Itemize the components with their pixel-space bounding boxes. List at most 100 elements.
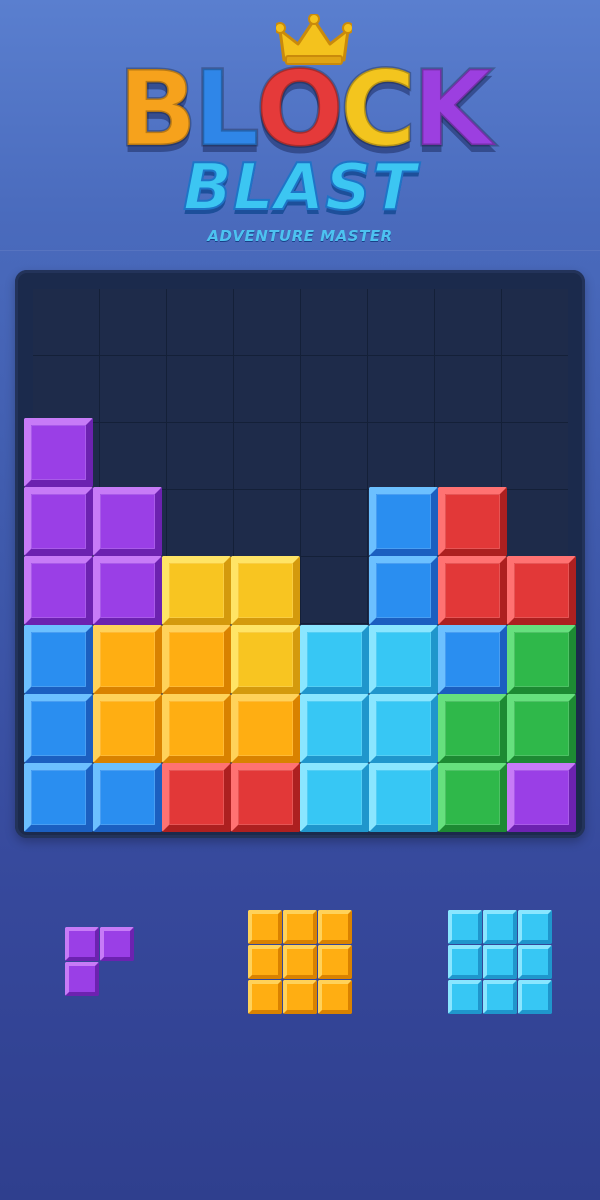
block-tile-yellow	[231, 625, 300, 694]
block-tile-blue	[24, 694, 93, 763]
piece-cell	[318, 910, 352, 944]
block-face	[169, 701, 224, 756]
block-tile-purple	[93, 487, 162, 556]
game-logo: BLOCK BLAST ADVENTURE MASTER	[0, 0, 600, 250]
block-tile-green	[438, 763, 507, 832]
piece-cell	[518, 910, 552, 944]
block-face	[31, 701, 86, 756]
block-face	[31, 494, 86, 549]
block-tile-green	[507, 694, 576, 763]
piece-cell	[483, 980, 517, 1014]
piece-cell	[518, 945, 552, 979]
piece-cell	[248, 945, 282, 979]
board-cell[interactable]	[368, 289, 434, 355]
block-face	[376, 770, 431, 825]
block-face	[100, 494, 155, 549]
block-face	[238, 563, 293, 618]
piece-cell	[283, 910, 317, 944]
board-cell[interactable]	[301, 289, 367, 355]
block-tile-blue	[24, 763, 93, 832]
block-face	[31, 632, 86, 687]
block-face	[445, 563, 500, 618]
piece-cell	[318, 945, 352, 979]
block-tile-cyan	[369, 694, 438, 763]
block-face	[100, 632, 155, 687]
piece-cell	[483, 945, 517, 979]
block-face	[514, 563, 569, 618]
piece-cell	[248, 910, 282, 944]
block-tile-red	[438, 556, 507, 625]
block-face	[445, 701, 500, 756]
block-tile-yellow	[162, 556, 231, 625]
block-tile-orange	[93, 694, 162, 763]
block-tile-yellow	[231, 556, 300, 625]
piece-cell	[283, 945, 317, 979]
block-face	[31, 770, 86, 825]
block-face	[238, 770, 293, 825]
block-face	[514, 701, 569, 756]
block-face	[376, 632, 431, 687]
board-cell[interactable]	[167, 289, 233, 355]
piece-cell	[518, 980, 552, 1014]
block-face	[100, 701, 155, 756]
board-cell[interactable]	[502, 356, 568, 422]
board-cell[interactable]	[301, 356, 367, 422]
piece-cell	[65, 927, 99, 961]
block-tile-cyan	[300, 763, 369, 832]
logo-word-blast: BLAST	[182, 150, 417, 226]
block-tile-purple	[24, 556, 93, 625]
block-face	[307, 632, 362, 687]
block-face	[169, 563, 224, 618]
block-tile-blue	[369, 487, 438, 556]
block-face	[169, 632, 224, 687]
piece-cell	[448, 945, 482, 979]
piece-cell	[318, 980, 352, 1014]
piece-cell	[448, 980, 482, 1014]
piece-cell	[448, 910, 482, 944]
block-face	[445, 632, 500, 687]
block-tile-blue	[438, 625, 507, 694]
board-cell[interactable]	[234, 356, 300, 422]
block-face	[307, 701, 362, 756]
board-cell[interactable]	[33, 289, 99, 355]
block-face	[514, 632, 569, 687]
block-face	[238, 632, 293, 687]
board-cell[interactable]	[435, 289, 501, 355]
piece-cell	[483, 910, 517, 944]
block-tile-cyan	[369, 625, 438, 694]
block-tile-blue	[24, 625, 93, 694]
block-tile-purple	[507, 763, 576, 832]
block-tile-orange	[231, 694, 300, 763]
board-cell[interactable]	[167, 356, 233, 422]
board-cell[interactable]	[100, 356, 166, 422]
block-tile-orange	[93, 625, 162, 694]
block-tile-green	[438, 694, 507, 763]
board-cell[interactable]	[435, 356, 501, 422]
block-face	[100, 770, 155, 825]
piece-cell	[100, 927, 134, 961]
block-tile-orange	[162, 694, 231, 763]
block-tile-purple	[93, 556, 162, 625]
block-tile-red	[507, 556, 576, 625]
block-face	[376, 494, 431, 549]
block-tile-red	[162, 763, 231, 832]
block-face	[514, 770, 569, 825]
block-tile-cyan	[369, 763, 438, 832]
block-tile-purple	[24, 418, 93, 487]
block-face	[376, 701, 431, 756]
board-cell[interactable]	[368, 356, 434, 422]
block-tile-purple	[24, 487, 93, 556]
board-cell[interactable]	[100, 289, 166, 355]
board-cell[interactable]	[234, 289, 300, 355]
board-cell[interactable]	[502, 289, 568, 355]
block-tile-cyan	[300, 694, 369, 763]
block-tile-blue	[93, 763, 162, 832]
block-face	[31, 425, 86, 480]
logo-tagline: ADVENTURE MASTER	[207, 227, 393, 245]
block-tile-blue	[369, 556, 438, 625]
block-face	[445, 770, 500, 825]
block-face	[307, 770, 362, 825]
block-tile-red	[438, 487, 507, 556]
board-cell[interactable]	[33, 356, 99, 422]
piece-cell	[283, 980, 317, 1014]
